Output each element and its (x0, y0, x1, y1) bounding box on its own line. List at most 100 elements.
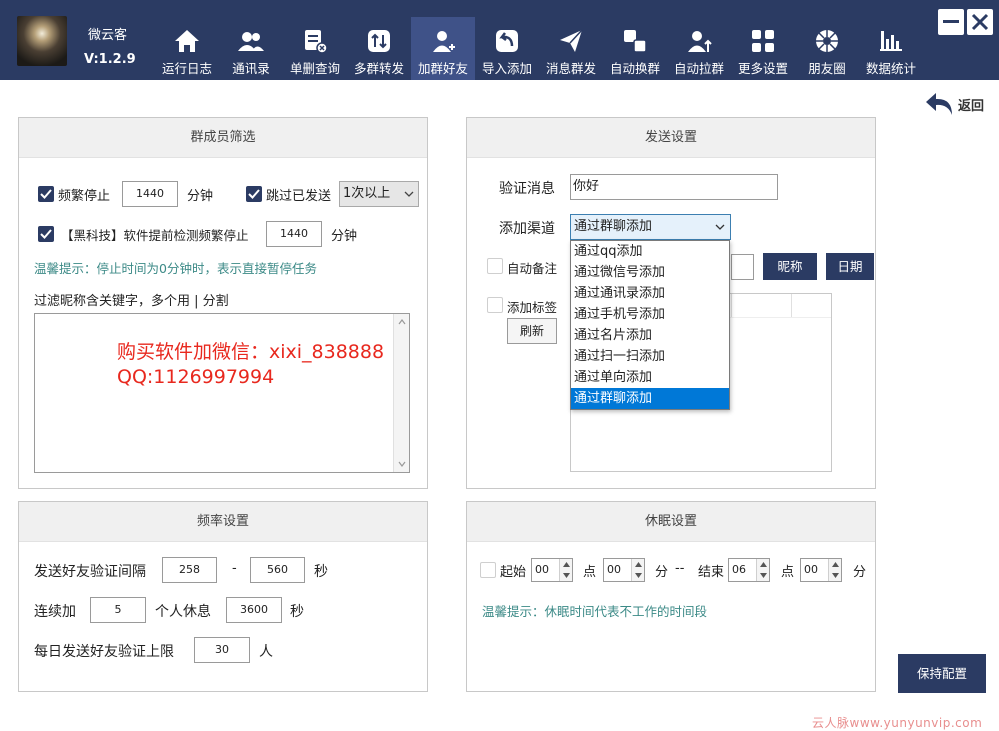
panel-title: 频率设置 (19, 502, 427, 542)
transfer-icon (368, 30, 390, 52)
minute-unit: 分 (655, 565, 669, 580)
nav-contacts[interactable]: 通讯录 (219, 17, 283, 80)
sleep-start-label: 起始 (500, 565, 527, 580)
sleep-enable-checkbox[interactable] (480, 562, 496, 578)
end-minute-value: 00 (804, 563, 818, 576)
nav-multi-forward[interactable]: 多群转发 (347, 17, 411, 80)
back-button[interactable]: 返回 (924, 89, 992, 117)
back-arrow-icon (926, 93, 952, 115)
filter-keyword-text-line1: 购买软件加微信：xixi_838888 (117, 341, 385, 363)
spinner-buttons[interactable] (631, 559, 644, 581)
nav-import-add[interactable]: 导入添加 (475, 17, 539, 80)
channel-option[interactable]: 通过微信号添加 (571, 262, 729, 283)
grid-settings-icon (752, 30, 774, 52)
delete-check-icon (305, 30, 328, 54)
spinner-buttons[interactable] (756, 559, 769, 581)
consecutive-input[interactable]: 5 (90, 597, 146, 623)
channel-option-selected[interactable]: 通过群聊添加 (571, 388, 729, 409)
moments-icon (816, 30, 838, 52)
spin-up-icon (635, 562, 642, 567)
nav-mass-message[interactable]: 消息群发 (539, 17, 603, 80)
spin-down-icon (635, 573, 642, 578)
nav-more-settings[interactable]: 更多设置 (731, 17, 795, 80)
black-tech-checkbox[interactable] (38, 226, 54, 242)
chevron-down-icon (715, 224, 725, 230)
black-tech-unit: 分钟 (331, 229, 358, 244)
rest-label: 个人休息 (155, 604, 211, 620)
home-icon (175, 30, 199, 52)
channel-option[interactable]: 通过通讯录添加 (571, 283, 729, 304)
nav-label: 自动拉群 (673, 61, 724, 76)
add-channel-select[interactable]: 通过群聊添加 (570, 214, 731, 240)
nav-delete-check[interactable]: 单删查询 (283, 17, 347, 80)
textarea-scrollbar[interactable] (393, 314, 409, 472)
rest-unit: 秒 (290, 604, 304, 620)
end-hour-spinner[interactable]: 06 (728, 558, 770, 582)
app-name: 微云客 (88, 28, 128, 43)
channel-option[interactable]: 通过扫一扫添加 (571, 346, 729, 367)
minimize-button[interactable] (938, 9, 964, 35)
black-tech-input[interactable]: 1440 (266, 221, 322, 247)
channel-option[interactable]: 通过名片添加 (571, 325, 729, 346)
add-channel-dropdown[interactable]: 通过qq添加 通过微信号添加 通过通讯录添加 通过手机号添加 通过名片添加 通过… (570, 240, 730, 410)
refresh-button[interactable]: 刷新 (507, 318, 557, 344)
filter-keyword-label: 过滤昵称含关键字，多个用 | 分割 (34, 294, 229, 309)
nav-label: 更多设置 (737, 61, 788, 76)
nav-label: 多群转发 (353, 61, 404, 76)
hour-unit: 点 (781, 565, 795, 580)
add-channel-value: 通过群聊添加 (574, 219, 653, 234)
app-logo (17, 16, 67, 66)
start-hour-spinner[interactable]: 00 (531, 558, 573, 582)
nav-auto-pull-group[interactable]: 自动拉群 (667, 17, 731, 80)
import-icon (496, 30, 518, 52)
nav-auto-switch-group[interactable]: 自动换群 (603, 17, 667, 80)
save-config-button[interactable]: 保持配置 (898, 654, 986, 693)
channel-option[interactable]: 通过qq添加 (571, 241, 729, 262)
start-minute-spinner[interactable]: 00 (603, 558, 645, 582)
daily-limit-input[interactable]: 30 (194, 637, 250, 663)
freq-stop-input[interactable]: 1440 (122, 181, 178, 207)
channel-option[interactable]: 通过手机号添加 (571, 304, 729, 325)
filter-keyword-textarea[interactable]: 购买软件加微信：xixi_838888 QQ:1126997994 (34, 313, 410, 473)
nav-add-group-friend[interactable]: 加群好友 (411, 17, 475, 80)
scroll-up-icon (398, 319, 406, 325)
auto-remark-input[interactable] (731, 254, 754, 280)
close-button[interactable] (967, 9, 993, 35)
channel-option[interactable]: 通过单向添加 (571, 367, 729, 388)
check-icon (40, 189, 52, 199)
verify-message-input[interactable]: 你好 (570, 174, 778, 200)
interval-dash: - (232, 561, 237, 576)
spin-down-icon (760, 573, 767, 578)
nav-data-stats[interactable]: 数据统计 (859, 17, 923, 80)
member-filter-panel: 群成员筛选 频繁停止 1440 分钟 跳过已发送 1次以上 【黑科技】软件提前检… (18, 117, 428, 489)
app-version: V:1.2.9 (84, 52, 136, 67)
hour-unit: 点 (583, 565, 597, 580)
rest-input[interactable]: 3600 (226, 597, 282, 623)
nav-label: 自动换群 (609, 61, 660, 76)
add-tag-checkbox[interactable] (487, 297, 503, 313)
skip-sent-checkbox[interactable] (246, 186, 262, 202)
freq-stop-checkbox[interactable] (38, 186, 54, 202)
add-tag-label: 添加标签 (507, 300, 558, 315)
nav-moments[interactable]: 朋友圈 (795, 17, 859, 80)
tag-list-column-divider (791, 294, 792, 317)
nav-run-log[interactable]: 运行日志 (155, 17, 219, 80)
spinner-buttons[interactable] (559, 559, 572, 581)
daily-limit-label: 每日发送好友验证上限 (34, 644, 174, 660)
add-friend-icon (433, 31, 455, 52)
nav-label: 加群好友 (417, 61, 468, 76)
nickname-button[interactable]: 昵称 (763, 253, 817, 280)
interval-min-input[interactable]: 258 (162, 557, 217, 583)
chevron-down-icon (404, 191, 414, 197)
spinner-buttons[interactable] (828, 559, 841, 581)
interval-label: 发送好友验证间隔 (34, 564, 146, 580)
watermark: 云人脉www.yunyunvip.com (812, 716, 983, 730)
skip-sent-select[interactable]: 1次以上 (339, 181, 419, 207)
spin-up-icon (832, 562, 839, 567)
end-minute-spinner[interactable]: 00 (800, 558, 842, 582)
interval-max-input[interactable]: 560 (250, 557, 305, 583)
add-channel-label: 添加渠道 (499, 221, 555, 237)
date-button[interactable]: 日期 (826, 253, 874, 280)
rate-settings-panel: 频率设置 发送好友验证间隔 258 - 560 秒 连续加 5 个人休息 360… (18, 501, 428, 692)
auto-remark-checkbox[interactable] (487, 258, 503, 274)
